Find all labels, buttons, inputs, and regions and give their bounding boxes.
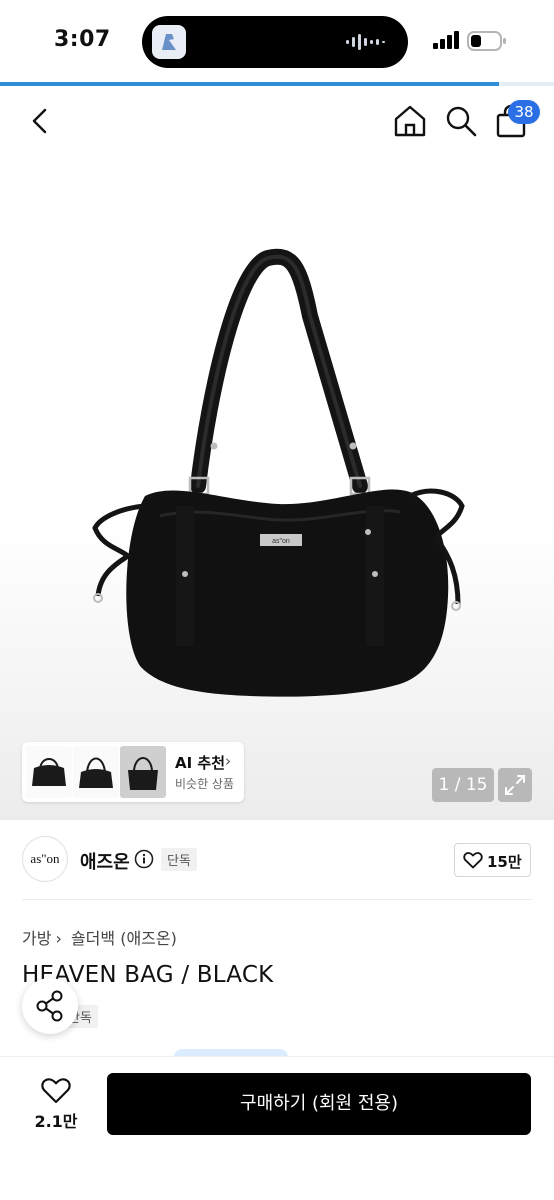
top-nav-bar bbox=[0, 86, 554, 156]
share-icon bbox=[36, 990, 63, 1022]
section-divider bbox=[22, 899, 532, 900]
total-image-count: 15 bbox=[465, 775, 488, 795]
search-icon[interactable] bbox=[444, 104, 478, 138]
now-playing-app-icon bbox=[152, 25, 186, 59]
audio-wave-icon bbox=[346, 34, 385, 50]
product-image-gallery[interactable]: as"on AI 추천 › 비슷한 상품 1 / 15 bbox=[0, 156, 554, 820]
brand-name[interactable]: 애즈온 bbox=[80, 848, 130, 874]
info-icon[interactable] bbox=[134, 849, 154, 869]
recommend-thumbnail[interactable] bbox=[73, 746, 119, 798]
expand-icon bbox=[505, 775, 525, 795]
dynamic-island bbox=[142, 16, 408, 68]
chevron-right-icon: › bbox=[225, 752, 231, 770]
cart-count-badge: 38 bbox=[508, 100, 540, 124]
current-image-index: 1 bbox=[438, 775, 450, 795]
product-photo-handbag: as"on bbox=[92, 248, 465, 697]
image-page-indicator: 1 / 15 bbox=[432, 768, 494, 802]
breadcrumb-item[interactable]: 숄더백 (애즈온) bbox=[71, 929, 177, 948]
ai-recommend-title: AI 추천 bbox=[175, 754, 226, 772]
brand-logo[interactable]: as"on bbox=[22, 836, 68, 882]
brand-like-count: 15만 bbox=[487, 853, 522, 871]
recommend-thumbnail[interactable] bbox=[26, 746, 72, 798]
breadcrumb: 가방 › 숄더백 (애즈온) bbox=[22, 925, 181, 949]
ai-recommend-card[interactable]: AI 추천 › 비슷한 상품 bbox=[22, 742, 244, 802]
recommend-thumbnail[interactable] bbox=[120, 746, 166, 798]
page-separator: / bbox=[454, 775, 461, 795]
cellular-signal-icon bbox=[433, 31, 459, 49]
brand-exclusive-tag: 단독 bbox=[161, 848, 197, 871]
status-time: 3:07 bbox=[54, 27, 111, 52]
wishlist-count: 2.1만 bbox=[34, 1112, 78, 1131]
battery-icon bbox=[467, 31, 506, 51]
buy-button[interactable]: 구매하기 (회원 전용) bbox=[107, 1073, 531, 1135]
wishlist-button[interactable]: 2.1만 bbox=[24, 1074, 88, 1134]
back-arrow-icon[interactable] bbox=[26, 106, 56, 136]
breadcrumb-item[interactable]: 가방 bbox=[22, 929, 51, 948]
heart-icon bbox=[41, 1078, 71, 1104]
share-button[interactable] bbox=[22, 978, 78, 1034]
ai-recommend-subtitle: 비슷한 상품 bbox=[175, 777, 235, 791]
chevron-right-icon: › bbox=[55, 929, 62, 948]
brand-like-button[interactable]: 15만 bbox=[454, 843, 531, 877]
status-bar: 3:07 bbox=[0, 0, 554, 82]
fullscreen-button[interactable] bbox=[498, 768, 532, 802]
home-icon[interactable] bbox=[392, 104, 428, 138]
bag-logo-plate: as"on bbox=[272, 538, 290, 545]
heart-icon bbox=[463, 852, 483, 869]
